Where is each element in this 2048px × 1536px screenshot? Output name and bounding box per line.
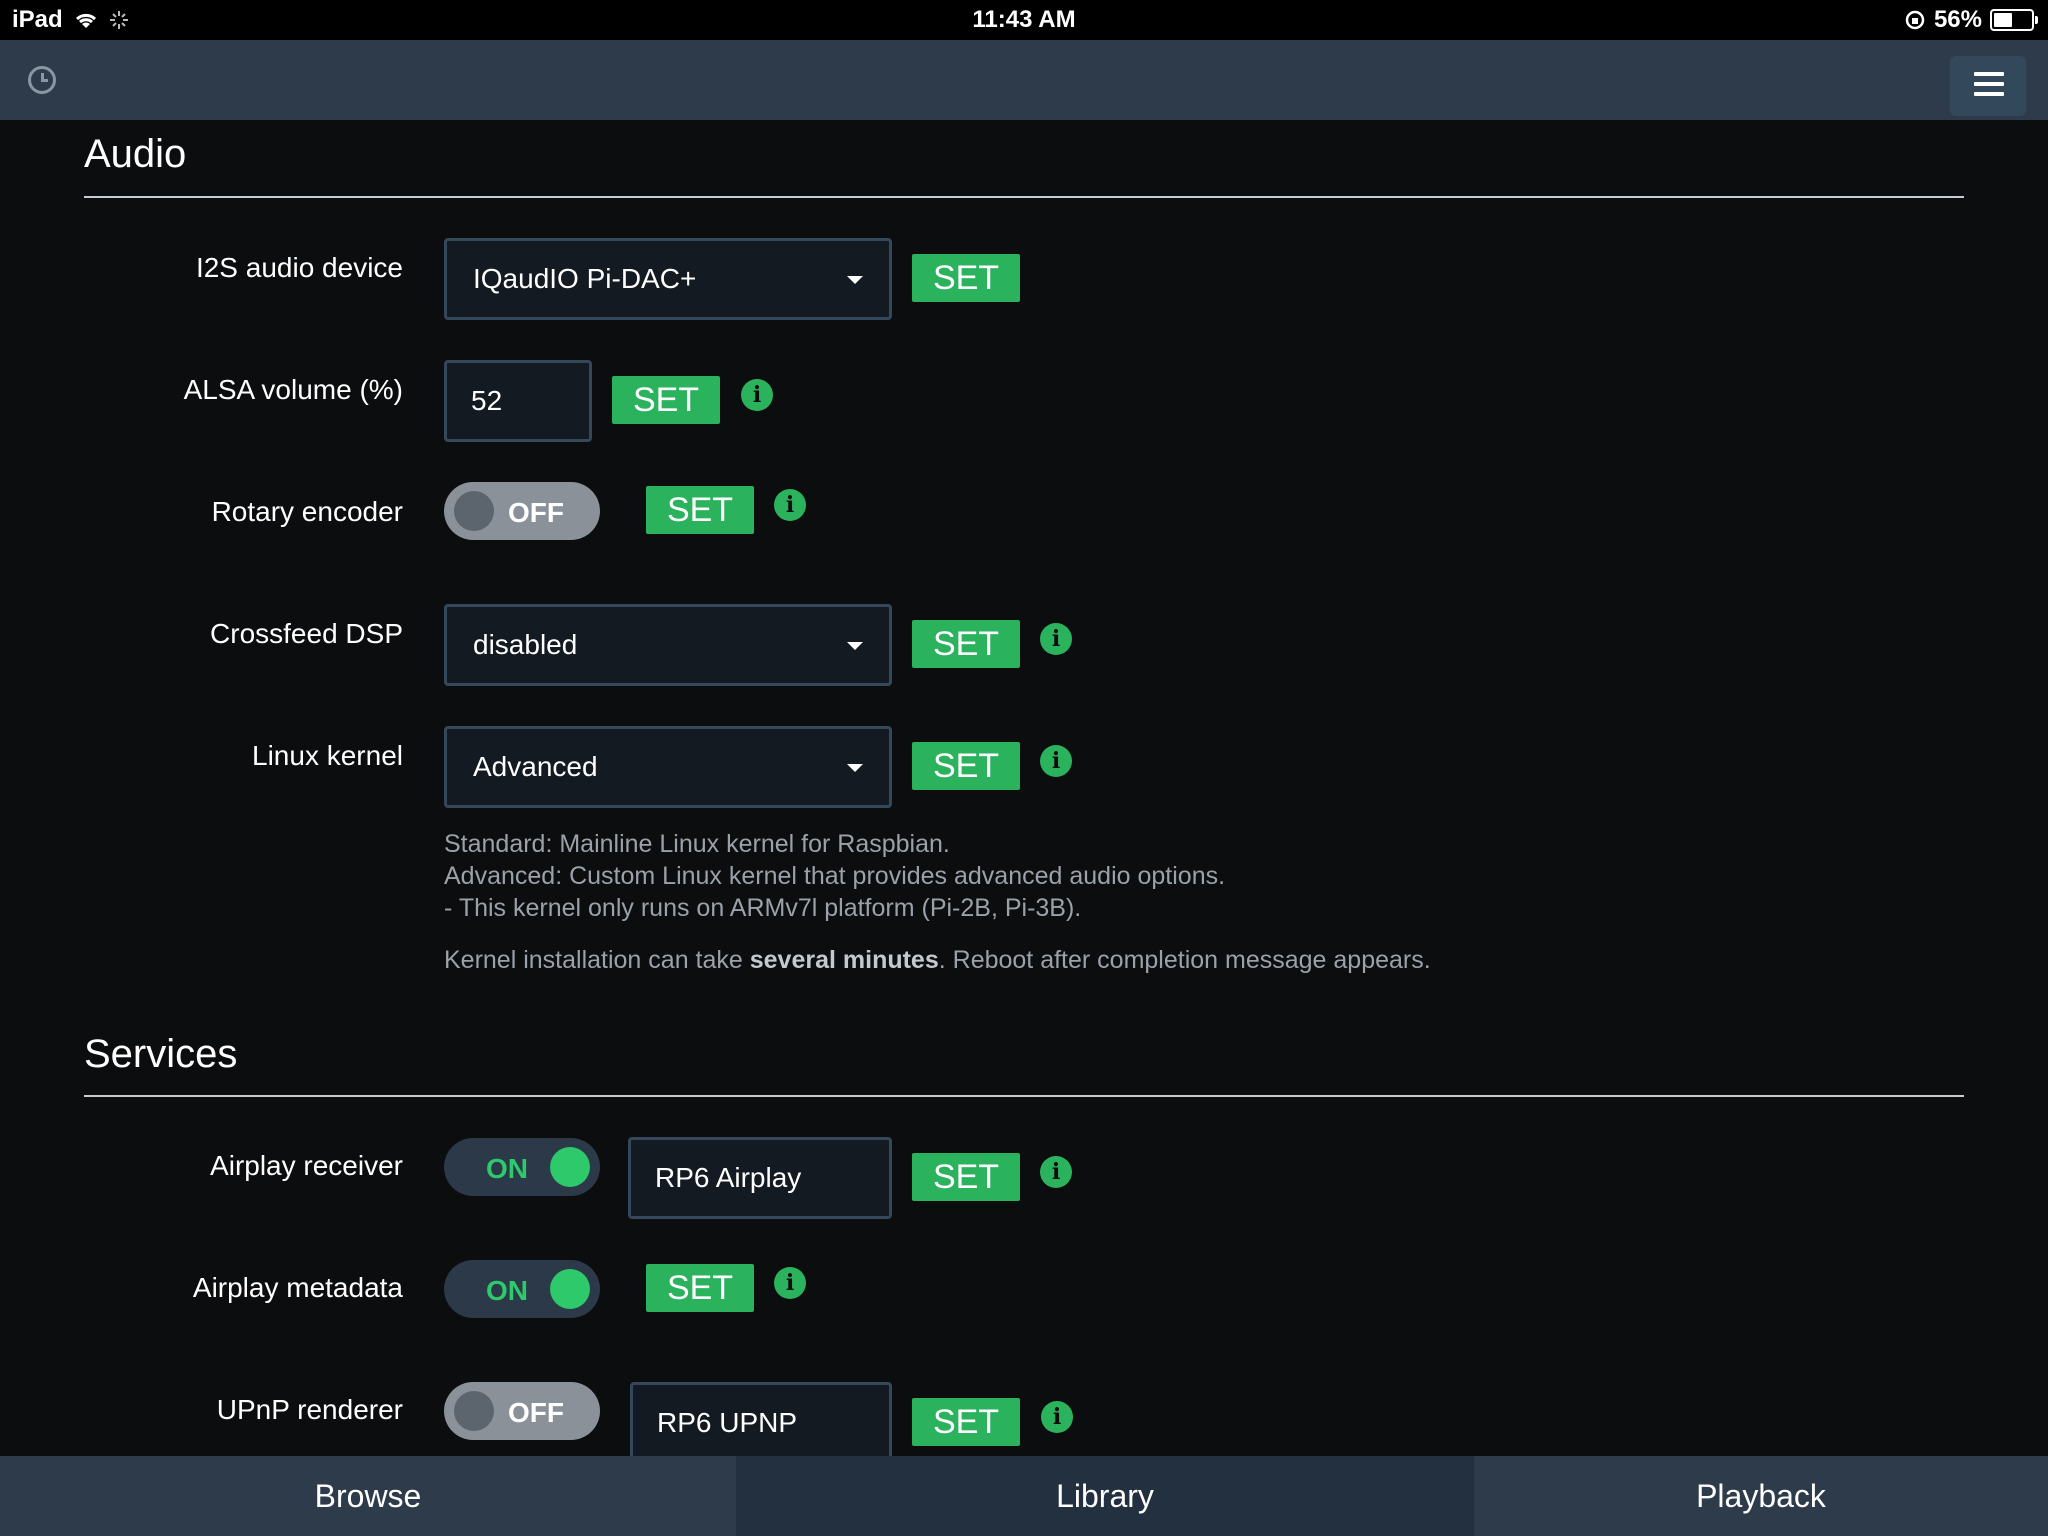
chevron-down-icon (847, 764, 863, 772)
airplay-metadata-state: ON (486, 1275, 528, 1306)
linux-kernel-value: Advanced (473, 751, 598, 782)
crossfeed-label: Crossfeed DSP (210, 618, 403, 649)
kernel-install-note: Kernel installation can take several min… (444, 944, 1644, 976)
kernel-note-emphasis: several minutes (749, 946, 939, 974)
upnp-renderer-state: OFF (508, 1397, 564, 1428)
crossfeed-select[interactable]: disabled (444, 604, 892, 686)
upnp-name-input[interactable]: RP6 UPNP (630, 1382, 892, 1464)
tab-playback[interactable]: Playback (1474, 1456, 2048, 1536)
rotary-encoder-state: OFF (508, 497, 564, 528)
upnp-renderer-info-icon[interactable]: i (1041, 1401, 1073, 1433)
chevron-down-icon (847, 642, 863, 650)
kernel-help-line: Advanced: Custom Linux kernel that provi… (444, 862, 1226, 890)
rotation-lock-icon (1905, 10, 1925, 30)
i2s-label: I2S audio device (195, 252, 403, 283)
audio-section-title: Audio (84, 132, 187, 176)
toggle-knob (454, 1391, 494, 1431)
tab-browse[interactable]: Browse (0, 1456, 736, 1536)
toggle-knob (550, 1269, 590, 1309)
kernel-help-text: Standard: Mainline Linux kernel for Rasp… (444, 828, 1644, 924)
chevron-down-icon (847, 276, 863, 284)
kernel-note-text: Kernel installation can take (444, 946, 750, 974)
i2s-device-select[interactable]: IQaudIO Pi-DAC+ (444, 238, 892, 320)
upnp-renderer-set-button[interactable]: SET (912, 1398, 1020, 1446)
airplay-metadata-label: Airplay metadata (192, 1272, 403, 1303)
tab-library[interactable]: Library (736, 1456, 1474, 1536)
airplay-metadata-set-button[interactable]: SET (646, 1264, 754, 1312)
hamburger-icon-bar (1974, 72, 2004, 76)
linux-kernel-info-icon[interactable]: i (1040, 745, 1072, 777)
airplay-receiver-state: ON (486, 1153, 528, 1184)
bottom-tab-bar: Browse Library Playback (0, 1456, 2048, 1536)
kernel-note-text: . Reboot after completion message appear… (938, 946, 1431, 974)
alsa-volume-value: 52 (471, 385, 503, 416)
airplay-metadata-toggle[interactable]: ON (444, 1260, 600, 1318)
linux-kernel-set-button[interactable]: SET (912, 742, 1020, 790)
airplay-name-input[interactable]: RP6 Airplay (628, 1137, 892, 1219)
airplay-receiver-toggle[interactable]: ON (444, 1138, 600, 1196)
services-section-title: Services (84, 1032, 238, 1076)
toggle-knob (550, 1147, 590, 1187)
linux-kernel-label: Linux kernel (252, 740, 403, 771)
top-nav (0, 40, 2048, 120)
clock-icon[interactable] (28, 66, 56, 94)
alsa-volume-input[interactable]: 52 (444, 360, 592, 442)
i2s-set-button[interactable]: SET (912, 254, 1020, 302)
toggle-knob (454, 491, 494, 531)
rotary-encoder-label: Rotary encoder (211, 496, 403, 527)
rotary-encoder-info-icon[interactable]: i (774, 489, 806, 521)
status-time: 11:43 AM (972, 6, 1076, 33)
battery-percent: 56% (1933, 6, 1982, 33)
battery-icon (1990, 9, 2038, 31)
services-section-divider (84, 1095, 1964, 1097)
crossfeed-set-button[interactable]: SET (912, 620, 1020, 668)
hamburger-icon-bar (1974, 82, 2004, 86)
airplay-receiver-info-icon[interactable]: i (1040, 1156, 1072, 1188)
airplay-receiver-label: Airplay receiver (210, 1150, 403, 1181)
menu-button[interactable] (1950, 56, 2026, 116)
crossfeed-value: disabled (473, 629, 578, 660)
alsa-volume-info-icon[interactable]: i (741, 379, 773, 411)
i2s-device-value: IQaudIO Pi-DAC+ (473, 263, 697, 294)
upnp-renderer-label: UPnP renderer (216, 1394, 403, 1425)
status-right: 56% (1904, 6, 2038, 34)
hamburger-icon-bar (1974, 92, 2004, 96)
airplay-metadata-info-icon[interactable]: i (774, 1267, 806, 1299)
kernel-help-line: - This kernel only runs on ARMv7l platfo… (444, 894, 1082, 922)
audio-section-divider (84, 196, 1964, 198)
crossfeed-info-icon[interactable]: i (1040, 623, 1072, 655)
upnp-renderer-toggle[interactable]: OFF (444, 1382, 600, 1440)
rotary-encoder-set-button[interactable]: SET (646, 486, 754, 534)
linux-kernel-select[interactable]: Advanced (444, 726, 892, 808)
airplay-name-value: RP6 Airplay (655, 1162, 802, 1193)
rotary-encoder-toggle[interactable]: OFF (444, 482, 600, 540)
kernel-help-line: Standard: Mainline Linux kernel for Rasp… (444, 830, 950, 858)
alsa-volume-label: ALSA volume (%) (183, 374, 403, 405)
airplay-receiver-set-button[interactable]: SET (912, 1153, 1020, 1201)
status-bar: iPad 11:43 AM 56% (0, 0, 2048, 40)
upnp-name-value: RP6 UPNP (657, 1407, 798, 1438)
alsa-volume-set-button[interactable]: SET (612, 376, 720, 424)
